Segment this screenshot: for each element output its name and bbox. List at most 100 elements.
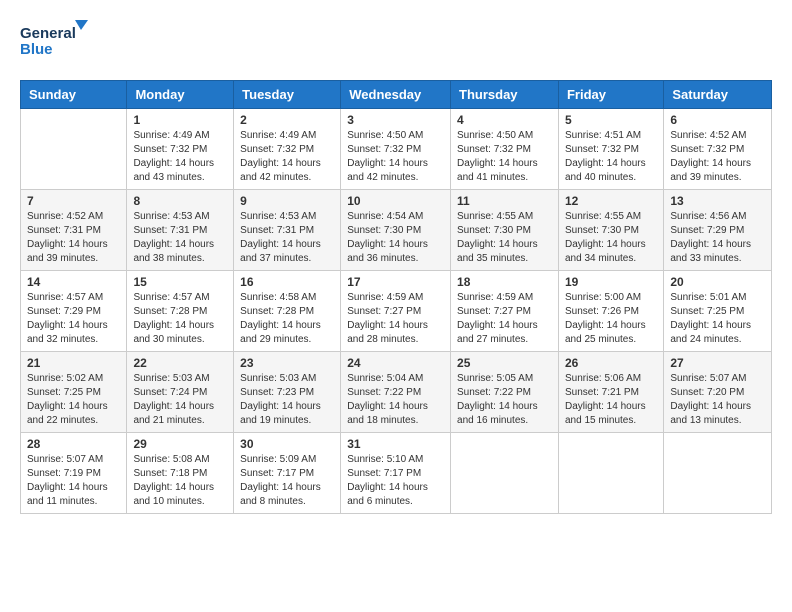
day-number: 6 bbox=[670, 113, 765, 127]
day-info: Sunrise: 5:00 AM Sunset: 7:26 PM Dayligh… bbox=[565, 291, 657, 347]
day-info: Sunrise: 5:03 AM Sunset: 7:24 PM Dayligh… bbox=[133, 372, 227, 428]
weekday-header: Sunday bbox=[21, 81, 127, 109]
day-number: 11 bbox=[457, 194, 552, 208]
calendar-week-row: 1 Sunrise: 4:49 AM Sunset: 7:32 PM Daylig… bbox=[21, 109, 772, 190]
calendar-cell: 16 Sunrise: 4:58 AM Sunset: 7:28 PM Dayli… bbox=[234, 271, 341, 352]
day-number: 16 bbox=[240, 275, 334, 289]
calendar-cell: 13Sunrise: 4:56 AM Sunset: 7:29 PM Dayli… bbox=[664, 190, 772, 271]
day-number: 3 bbox=[347, 113, 444, 127]
calendar-cell: 22 Sunrise: 5:03 AM Sunset: 7:24 PM Dayli… bbox=[127, 352, 234, 433]
calendar-week-row: 21 Sunrise: 5:02 AM Sunset: 7:25 PM Dayli… bbox=[21, 352, 772, 433]
day-info: Sunrise: 5:05 AM Sunset: 7:22 PM Dayligh… bbox=[457, 372, 552, 428]
day-number: 8 bbox=[133, 194, 227, 208]
day-number: 30 bbox=[240, 437, 334, 451]
day-info: Sunrise: 4:57 AM Sunset: 7:29 PM Dayligh… bbox=[27, 291, 120, 347]
day-info: Sunrise: 4:53 AM Sunset: 7:31 PM Dayligh… bbox=[133, 210, 227, 266]
calendar-cell bbox=[451, 433, 559, 514]
weekday-header: Saturday bbox=[664, 81, 772, 109]
day-info: Sunrise: 5:02 AM Sunset: 7:25 PM Dayligh… bbox=[27, 372, 120, 428]
day-number: 18 bbox=[457, 275, 552, 289]
day-info: Sunrise: 4:55 AM Sunset: 7:30 PM Dayligh… bbox=[457, 210, 552, 266]
day-number: 21 bbox=[27, 356, 120, 370]
calendar-cell: 18 Sunrise: 4:59 AM Sunset: 7:27 PM Dayli… bbox=[451, 271, 559, 352]
day-info: Sunrise: 4:53 AM Sunset: 7:31 PM Dayligh… bbox=[240, 210, 334, 266]
day-number: 7 bbox=[27, 194, 120, 208]
day-info: Sunrise: 4:49 AM Sunset: 7:32 PM Dayligh… bbox=[133, 129, 227, 185]
calendar-week-row: 7 Sunrise: 4:52 AM Sunset: 7:31 PM Daylig… bbox=[21, 190, 772, 271]
day-number: 22 bbox=[133, 356, 227, 370]
day-info: Sunrise: 5:04 AM Sunset: 7:22 PM Dayligh… bbox=[347, 372, 444, 428]
day-number: 10 bbox=[347, 194, 444, 208]
day-info: Sunrise: 5:07 AM Sunset: 7:20 PM Dayligh… bbox=[670, 372, 765, 428]
weekday-header: Thursday bbox=[451, 81, 559, 109]
calendar-cell: 24 Sunrise: 5:04 AM Sunset: 7:22 PM Dayli… bbox=[341, 352, 451, 433]
day-info: Sunrise: 4:58 AM Sunset: 7:28 PM Dayligh… bbox=[240, 291, 334, 347]
day-number: 2 bbox=[240, 113, 334, 127]
day-info: Sunrise: 5:06 AM Sunset: 7:21 PM Dayligh… bbox=[565, 372, 657, 428]
day-info: Sunrise: 5:01 AM Sunset: 7:25 PM Dayligh… bbox=[670, 291, 765, 347]
weekday-header: Wednesday bbox=[341, 81, 451, 109]
day-info: Sunrise: 4:59 AM Sunset: 7:27 PM Dayligh… bbox=[347, 291, 444, 347]
calendar-cell bbox=[558, 433, 663, 514]
calendar-cell: 29Sunrise: 5:08 AM Sunset: 7:18 PM Dayli… bbox=[127, 433, 234, 514]
day-number: 17 bbox=[347, 275, 444, 289]
calendar-cell: 11 Sunrise: 4:55 AM Sunset: 7:30 PM Dayli… bbox=[451, 190, 559, 271]
calendar-cell: 5 Sunrise: 4:51 AM Sunset: 7:32 PM Daylig… bbox=[558, 109, 663, 190]
day-info: Sunrise: 4:57 AM Sunset: 7:28 PM Dayligh… bbox=[133, 291, 227, 347]
day-number: 28 bbox=[27, 437, 120, 451]
day-number: 24 bbox=[347, 356, 444, 370]
calendar-cell: 31Sunrise: 5:10 AM Sunset: 7:17 PM Dayli… bbox=[341, 433, 451, 514]
calendar-week-row: 14 Sunrise: 4:57 AM Sunset: 7:29 PM Dayli… bbox=[21, 271, 772, 352]
calendar-cell: 17 Sunrise: 4:59 AM Sunset: 7:27 PM Dayli… bbox=[341, 271, 451, 352]
day-info: Sunrise: 4:49 AM Sunset: 7:32 PM Dayligh… bbox=[240, 129, 334, 185]
day-info: Sunrise: 4:56 AM Sunset: 7:29 PM Dayligh… bbox=[670, 210, 765, 266]
calendar-cell: 8 Sunrise: 4:53 AM Sunset: 7:31 PM Daylig… bbox=[127, 190, 234, 271]
calendar-cell: 30 Sunrise: 5:09 AM Sunset: 7:17 PM Dayli… bbox=[234, 433, 341, 514]
day-number: 14 bbox=[27, 275, 120, 289]
calendar-cell: 20 Sunrise: 5:01 AM Sunset: 7:25 PM Dayli… bbox=[664, 271, 772, 352]
calendar-cell: 14 Sunrise: 4:57 AM Sunset: 7:29 PM Dayli… bbox=[21, 271, 127, 352]
day-number: 25 bbox=[457, 356, 552, 370]
day-number: 9 bbox=[240, 194, 334, 208]
svg-text:General: General bbox=[20, 25, 76, 42]
day-info: Sunrise: 5:09 AM Sunset: 7:17 PM Dayligh… bbox=[240, 453, 334, 509]
day-number: 20 bbox=[670, 275, 765, 289]
day-number: 1 bbox=[133, 113, 227, 127]
calendar-table: SundayMondayTuesdayWednesdayThursdayFrid… bbox=[20, 80, 772, 514]
calendar-cell: 10Sunrise: 4:54 AM Sunset: 7:30 PM Dayli… bbox=[341, 190, 451, 271]
calendar-cell bbox=[664, 433, 772, 514]
logo-svg: GeneralBlue bbox=[20, 20, 90, 64]
day-number: 26 bbox=[565, 356, 657, 370]
calendar-cell: 21 Sunrise: 5:02 AM Sunset: 7:25 PM Dayli… bbox=[21, 352, 127, 433]
weekday-header: Monday bbox=[127, 81, 234, 109]
day-info: Sunrise: 4:52 AM Sunset: 7:32 PM Dayligh… bbox=[670, 129, 765, 185]
calendar-cell: 1 Sunrise: 4:49 AM Sunset: 7:32 PM Daylig… bbox=[127, 109, 234, 190]
calendar-week-row: 28 Sunrise: 5:07 AM Sunset: 7:19 PM Dayli… bbox=[21, 433, 772, 514]
day-info: Sunrise: 4:50 AM Sunset: 7:32 PM Dayligh… bbox=[347, 129, 444, 185]
calendar-cell: 2 Sunrise: 4:49 AM Sunset: 7:32 PM Daylig… bbox=[234, 109, 341, 190]
day-info: Sunrise: 4:52 AM Sunset: 7:31 PM Dayligh… bbox=[27, 210, 120, 266]
day-info: Sunrise: 5:07 AM Sunset: 7:19 PM Dayligh… bbox=[27, 453, 120, 509]
day-number: 19 bbox=[565, 275, 657, 289]
calendar-cell: 3 Sunrise: 4:50 AM Sunset: 7:32 PM Daylig… bbox=[341, 109, 451, 190]
weekday-header: Tuesday bbox=[234, 81, 341, 109]
calendar-cell: 19 Sunrise: 5:00 AM Sunset: 7:26 PM Dayli… bbox=[558, 271, 663, 352]
day-number: 15 bbox=[133, 275, 227, 289]
day-number: 5 bbox=[565, 113, 657, 127]
calendar-cell: 27 Sunrise: 5:07 AM Sunset: 7:20 PM Dayli… bbox=[664, 352, 772, 433]
day-info: Sunrise: 5:08 AM Sunset: 7:18 PM Dayligh… bbox=[133, 453, 227, 509]
page-header: GeneralBlue bbox=[20, 20, 772, 64]
day-number: 23 bbox=[240, 356, 334, 370]
calendar-header-row: SundayMondayTuesdayWednesdayThursdayFrid… bbox=[21, 81, 772, 109]
day-info: Sunrise: 4:59 AM Sunset: 7:27 PM Dayligh… bbox=[457, 291, 552, 347]
day-number: 27 bbox=[670, 356, 765, 370]
calendar-cell: 26 Sunrise: 5:06 AM Sunset: 7:21 PM Dayli… bbox=[558, 352, 663, 433]
svg-text:Blue: Blue bbox=[20, 41, 53, 58]
calendar-cell bbox=[21, 109, 127, 190]
day-number: 4 bbox=[457, 113, 552, 127]
day-info: Sunrise: 4:50 AM Sunset: 7:32 PM Dayligh… bbox=[457, 129, 552, 185]
day-info: Sunrise: 4:51 AM Sunset: 7:32 PM Dayligh… bbox=[565, 129, 657, 185]
calendar-cell: 25 Sunrise: 5:05 AM Sunset: 7:22 PM Dayli… bbox=[451, 352, 559, 433]
calendar-cell: 15 Sunrise: 4:57 AM Sunset: 7:28 PM Dayli… bbox=[127, 271, 234, 352]
calendar-cell: 12Sunrise: 4:55 AM Sunset: 7:30 PM Dayli… bbox=[558, 190, 663, 271]
